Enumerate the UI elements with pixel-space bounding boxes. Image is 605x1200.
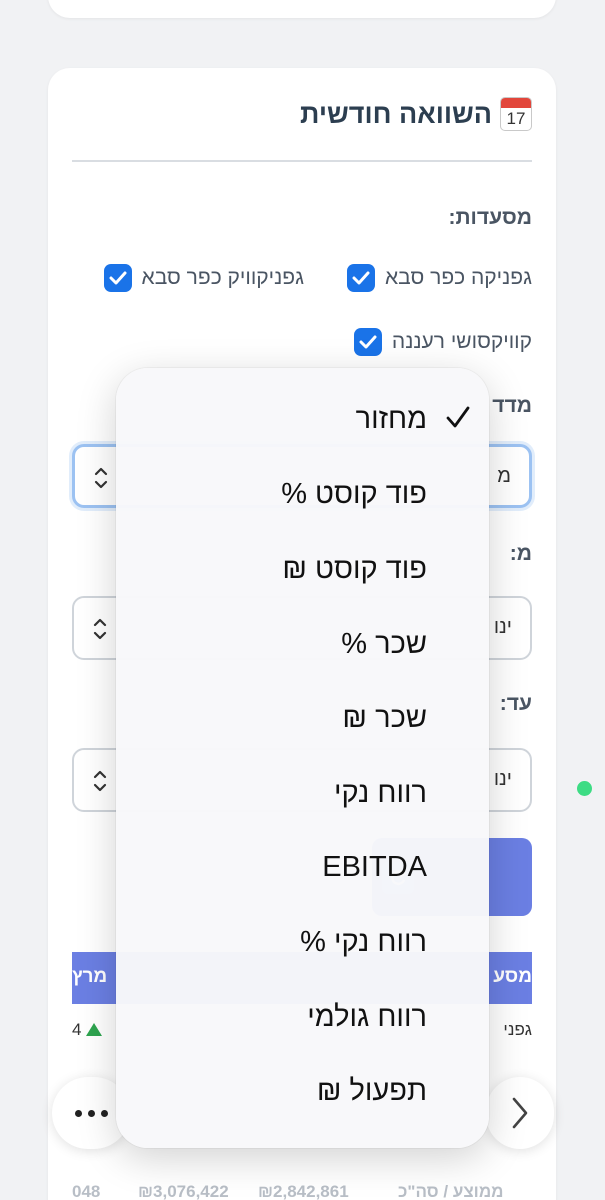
status-dot bbox=[577, 781, 592, 796]
footer-label: ממוצע / סה"כ bbox=[398, 1182, 504, 1200]
checkbox-checked-icon[interactable] bbox=[103, 264, 132, 292]
metric-select-value: מ bbox=[497, 465, 511, 487]
to-label: עד: bbox=[499, 692, 532, 715]
restaurant-label: קוויקסושי רעננה bbox=[391, 330, 532, 353]
page-title: השוואה חודשית bbox=[300, 98, 492, 129]
restaurant-checkbox-3[interactable]: קוויקסושי רעננה bbox=[353, 328, 532, 356]
dropdown-option-salary-ils[interactable]: שכר ₪ bbox=[342, 696, 427, 740]
footer-value: 048 bbox=[72, 1182, 101, 1200]
checkmark-icon bbox=[446, 406, 470, 428]
dropdown-option-net-profit[interactable]: רווח נקי bbox=[334, 771, 427, 815]
restaurants-label: מסעדות: bbox=[448, 206, 532, 229]
checkbox-checked-icon[interactable] bbox=[346, 264, 375, 292]
dot-icon bbox=[87, 1109, 95, 1117]
table-cell: 4 bbox=[72, 1020, 82, 1039]
table-footer-row: 048 ₪3,076,422 ₪2,842,861 ממוצע / סה"כ bbox=[48, 1182, 556, 1200]
to-select-value: ינו bbox=[493, 768, 512, 790]
select-arrows-icon bbox=[93, 770, 107, 792]
footer-value: ₪3,076,422 bbox=[138, 1182, 229, 1200]
dropdown-option-salary-percent[interactable]: שכר % bbox=[341, 622, 427, 666]
dropdown-option-gross-profit[interactable]: רווח גולמי bbox=[307, 995, 427, 1039]
previous-card bbox=[48, 0, 556, 18]
dropdown-option-ebitda[interactable]: EBITDA bbox=[322, 845, 427, 889]
next-button[interactable] bbox=[486, 1077, 554, 1149]
restaurant-checkbox-1[interactable]: גפניקה כפר סבא bbox=[346, 264, 532, 292]
table-header-restaurant: מסע bbox=[493, 966, 532, 987]
footer-value: ₪2,842,861 bbox=[258, 1182, 349, 1200]
dot-icon bbox=[100, 1109, 108, 1117]
dropdown-option-food-cost-ils[interactable]: פוד קוסט ₪ bbox=[282, 547, 427, 591]
dropdown-option-net-profit-percent[interactable]: רווח נקי % bbox=[300, 920, 427, 964]
table-header-march: מרץ bbox=[72, 966, 108, 987]
dropdown-option-revenue[interactable]: מחזור bbox=[356, 397, 427, 441]
trend-up-icon bbox=[86, 1023, 102, 1036]
from-select-value: ינו bbox=[493, 616, 512, 638]
restaurant-label: גפניקוויק כפר סבא bbox=[141, 266, 304, 289]
from-label: מ: bbox=[509, 542, 532, 565]
restaurant-checkbox-2[interactable]: גפניקוויק כפר סבא bbox=[103, 264, 304, 292]
select-arrows-icon bbox=[93, 618, 107, 640]
dot-icon bbox=[74, 1109, 82, 1117]
chevron-right-icon bbox=[512, 1097, 528, 1129]
metric-dropdown-menu: מחזור פוד קוסט % פוד קוסט ₪ שכר % שכר ₪ … bbox=[116, 368, 489, 1148]
calendar-icon: 17 bbox=[500, 97, 532, 131]
select-arrows-icon bbox=[94, 467, 108, 489]
table-cell: גפני bbox=[503, 1020, 532, 1039]
card-header: 17 השוואה חודשית bbox=[300, 94, 532, 134]
dropdown-option-operations-ils[interactable]: תפעול ₪ bbox=[317, 1069, 427, 1113]
title-divider bbox=[72, 160, 532, 162]
restaurant-label: גפניקה כפר סבא bbox=[384, 266, 532, 289]
dropdown-option-food-cost-percent[interactable]: פוד קוסט % bbox=[281, 472, 427, 516]
checkbox-checked-icon[interactable] bbox=[353, 328, 382, 356]
metric-label: מדד bbox=[492, 394, 532, 417]
